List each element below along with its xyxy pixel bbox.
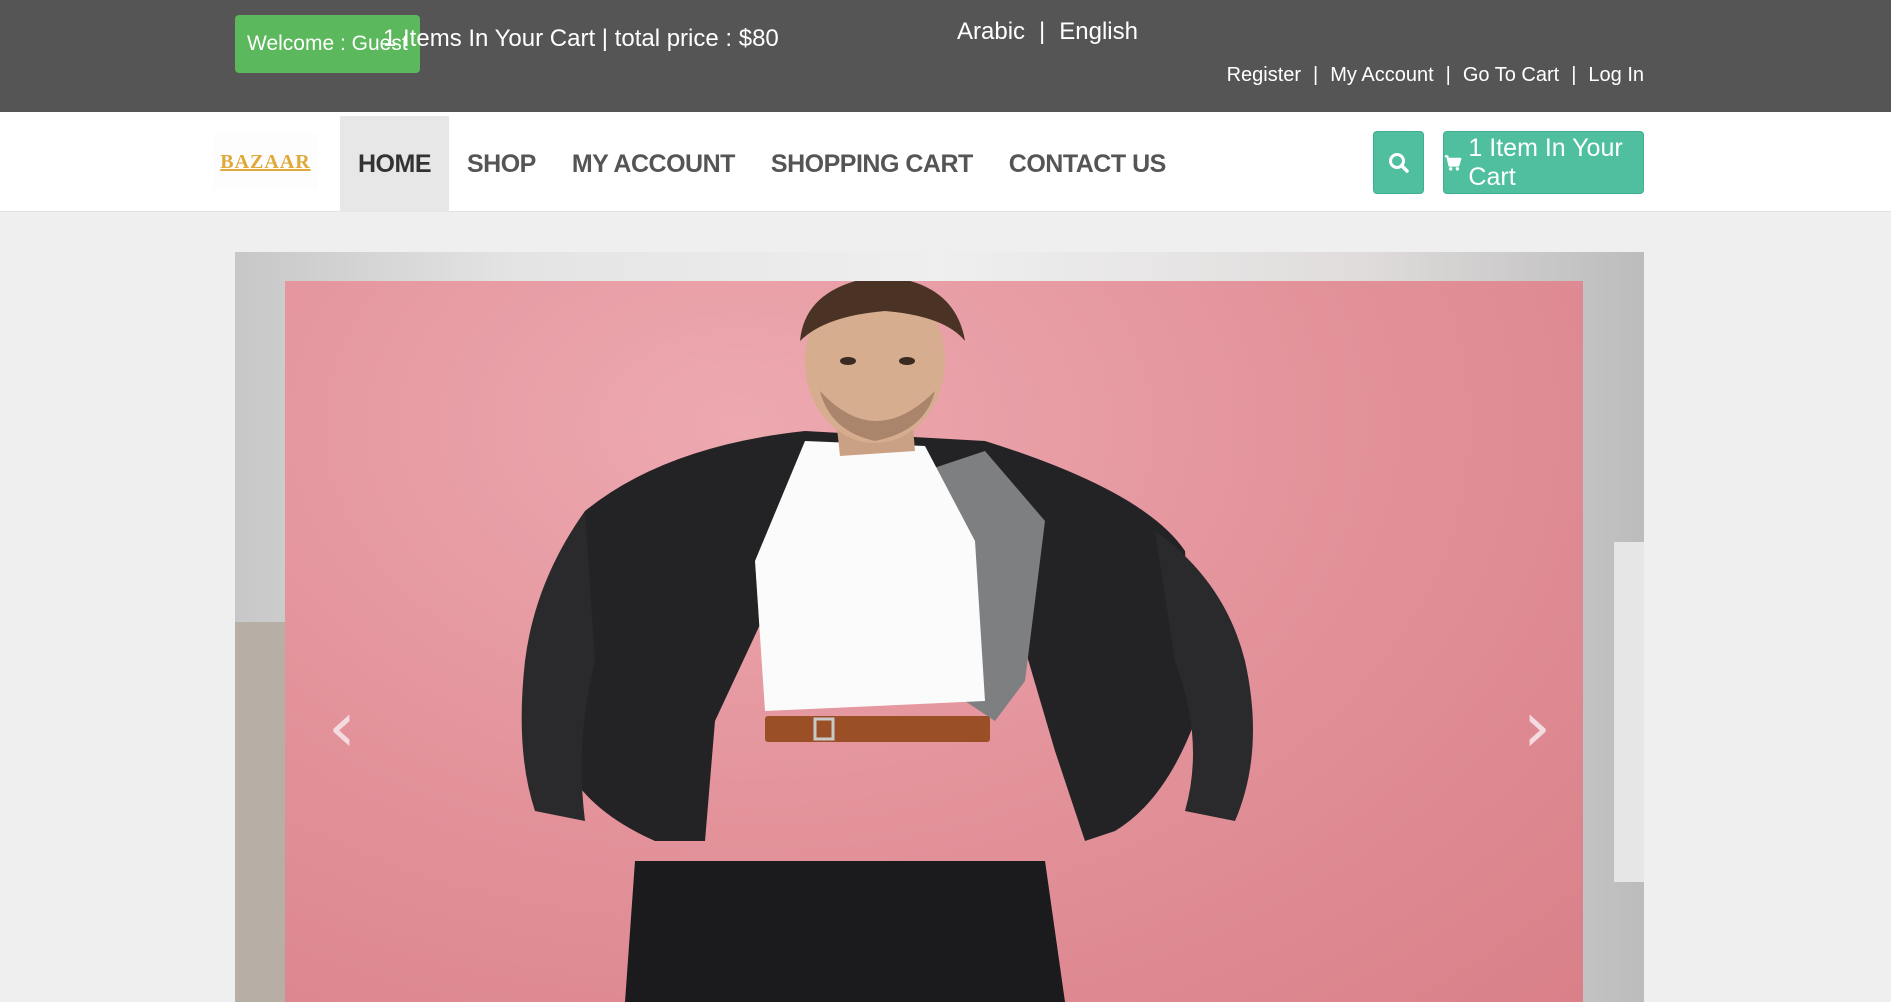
cart-summary-text: 1 Items In Your Cart | total price : $80 (383, 25, 779, 52)
separator: | (1571, 64, 1577, 86)
nav-shopping-cart[interactable]: SHOPPING CART (753, 116, 991, 212)
register-link[interactable]: Register (1227, 64, 1301, 87)
my-account-link[interactable]: My Account (1330, 64, 1433, 87)
language-english-link[interactable]: English (1059, 18, 1138, 46)
nav-my-account[interactable]: MY ACCOUNT (554, 116, 753, 212)
carousel-prev-button[interactable]: ‹ (322, 692, 362, 762)
account-links: Register | My Account | Go To Cart | Log… (1227, 64, 1644, 87)
slide-image (285, 276, 1583, 1002)
carousel-next-button[interactable]: › (1517, 692, 1557, 762)
shopping-cart-icon (1444, 154, 1462, 171)
go-to-cart-link[interactable]: Go To Cart (1463, 64, 1559, 87)
chevron-right-icon: › (1523, 686, 1551, 768)
separator: | (1445, 64, 1451, 86)
language-arabic-link[interactable]: Arabic (957, 18, 1025, 46)
brand-logo[interactable]: BAZAAR (213, 134, 318, 190)
main-navbar: BAZAAR HOME SHOP MY ACCOUNT SHOPPING CAR… (0, 112, 1891, 212)
language-switcher: Arabic | English (957, 18, 1138, 46)
search-icon (1388, 152, 1409, 173)
nav-shop[interactable]: SHOP (449, 116, 554, 212)
cart-button-label: 1 Item In Your Cart (1468, 133, 1623, 191)
search-button[interactable] (1373, 131, 1424, 194)
background-panel (1614, 542, 1644, 882)
chevron-left-icon: ‹ (328, 686, 356, 768)
main-nav: HOME SHOP MY ACCOUNT SHOPPING CART CONTA… (340, 116, 1184, 212)
log-in-link[interactable]: Log In (1588, 64, 1644, 87)
nav-home[interactable]: HOME (340, 116, 449, 212)
hero-carousel: ‹ › (235, 252, 1644, 1002)
top-bar: Welcome : Guest 1 Items In Your Cart | t… (0, 0, 1891, 112)
separator: | (1313, 64, 1319, 86)
nav-contact-us[interactable]: CONTACT US (991, 116, 1184, 212)
cart-button[interactable]: 1 Item In Your Cart (1443, 131, 1644, 194)
separator: | (1039, 18, 1046, 45)
model-photo (521, 276, 1253, 1002)
